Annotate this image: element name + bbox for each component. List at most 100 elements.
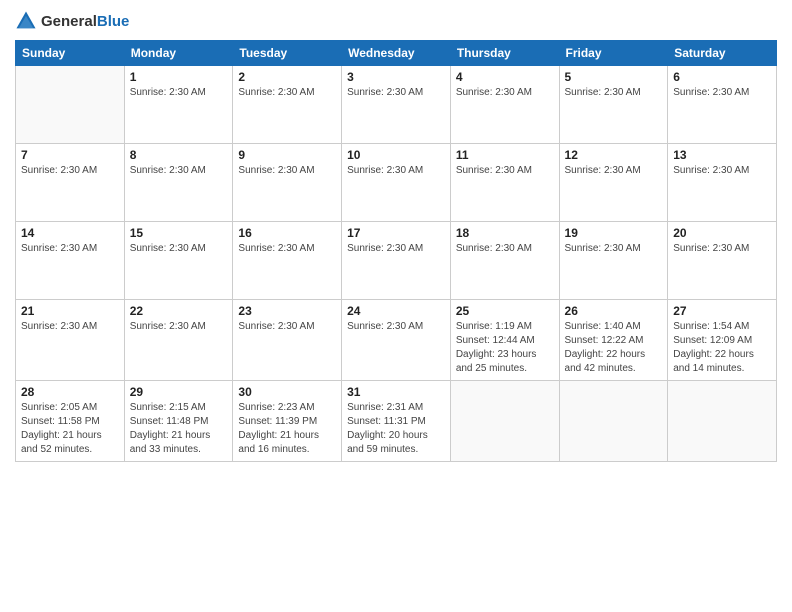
calendar-cell	[559, 381, 668, 462]
day-info: Sunrise: 2:15 AM Sunset: 11:48 PM Daylig…	[130, 401, 228, 457]
calendar-cell: 15 Sunrise: 2:30 AM	[124, 222, 233, 300]
day-number: 28	[21, 385, 119, 399]
calendar-cell: 12 Sunrise: 2:30 AM	[559, 144, 668, 222]
calendar-cell: 24 Sunrise: 2:30 AM	[342, 300, 451, 381]
day-info: Sunrise: 2:30 AM	[456, 242, 554, 256]
logo-icon	[15, 10, 37, 32]
day-number: 24	[347, 304, 445, 318]
day-number: 21	[21, 304, 119, 318]
day-info: Sunrise: 2:30 AM	[565, 164, 663, 178]
day-number: 27	[673, 304, 771, 318]
day-info: Sunrise: 2:30 AM	[673, 164, 771, 178]
day-info: Sunrise: 2:05 AM Sunset: 11:58 PM Daylig…	[21, 401, 119, 457]
day-info: Sunrise: 2:30 AM	[565, 86, 663, 100]
calendar-cell: 23 Sunrise: 2:30 AM	[233, 300, 342, 381]
day-number: 25	[456, 304, 554, 318]
weekday-header-thursday: Thursday	[450, 41, 559, 66]
day-info: Sunrise: 2:23 AM Sunset: 11:39 PM Daylig…	[238, 401, 336, 457]
day-info: Sunrise: 2:30 AM	[347, 86, 445, 100]
day-number: 4	[456, 70, 554, 84]
day-number: 6	[673, 70, 771, 84]
day-info: Sunrise: 2:30 AM	[238, 164, 336, 178]
day-info: Sunrise: 2:30 AM	[347, 320, 445, 334]
calendar-cell: 20Sunrise: 2:30 AM	[668, 222, 777, 300]
day-info: Sunrise: 2:30 AM	[565, 242, 663, 256]
day-number: 26	[565, 304, 663, 318]
weekday-header-monday: Monday	[124, 41, 233, 66]
calendar-cell: 22 Sunrise: 2:30 AM	[124, 300, 233, 381]
calendar-cell	[16, 66, 125, 144]
day-info: Sunrise: 2:30 AM	[238, 320, 336, 334]
calendar-week-2: 7Sunrise: 2:30 AM8Sunrise: 2:30 AM9Sunri…	[16, 144, 777, 222]
calendar-cell: 29 Sunrise: 2:15 AM Sunset: 11:48 PM Dayl…	[124, 381, 233, 462]
day-info: Sunrise: 2:30 AM	[130, 320, 228, 334]
weekday-header-friday: Friday	[559, 41, 668, 66]
day-info: Sunrise: 2:30 AM	[21, 242, 119, 256]
calendar-cell: 1 Sunrise: 2:30 AM	[124, 66, 233, 144]
day-number: 30	[238, 385, 336, 399]
logo-text: GeneralBlue	[41, 13, 129, 30]
day-info: Sunrise: 2:30 AM	[347, 242, 445, 256]
calendar-cell: 8Sunrise: 2:30 AM	[124, 144, 233, 222]
day-info: Sunrise: 2:30 AM	[130, 86, 228, 100]
day-number: 29	[130, 385, 228, 399]
day-info: Sunrise: 2:30 AM	[238, 86, 336, 100]
calendar-cell: 5 Sunrise: 2:30 AM	[559, 66, 668, 144]
day-number: 11	[456, 148, 554, 162]
day-number: 5	[565, 70, 663, 84]
day-info: Sunrise: 2:31 AM Sunset: 11:31 PM Daylig…	[347, 401, 445, 457]
weekday-header-wednesday: Wednesday	[342, 41, 451, 66]
calendar-cell: 28 Sunrise: 2:05 AM Sunset: 11:58 PM Dayl…	[16, 381, 125, 462]
day-number: 17	[347, 226, 445, 240]
calendar-cell: 17 Sunrise: 2:30 AM	[342, 222, 451, 300]
weekday-header-saturday: Saturday	[668, 41, 777, 66]
day-number: 13	[673, 148, 771, 162]
calendar-cell: 26 Sunrise: 1:40 AM Sunset: 12:22 AM Dayl…	[559, 300, 668, 381]
day-number: 9	[238, 148, 336, 162]
day-info: Sunrise: 2:30 AM	[456, 86, 554, 100]
day-number: 22	[130, 304, 228, 318]
day-number: 10	[347, 148, 445, 162]
calendar-cell: 3 Sunrise: 2:30 AM	[342, 66, 451, 144]
day-number: 16	[238, 226, 336, 240]
day-number: 8	[130, 148, 228, 162]
day-info: Sunrise: 2:30 AM	[21, 320, 119, 334]
day-number: 12	[565, 148, 663, 162]
day-info: Sunrise: 2:30 AM	[347, 164, 445, 178]
calendar-week-3: 14 Sunrise: 2:30 AM 15 Sunrise: 2:30 AM 16 Su…	[16, 222, 777, 300]
day-number: 3	[347, 70, 445, 84]
calendar-cell	[450, 381, 559, 462]
day-info: Sunrise: 1:40 AM Sunset: 12:22 AM Daylig…	[565, 320, 663, 376]
calendar-cell: 11 Sunrise: 2:30 AM	[450, 144, 559, 222]
calendar-week-1: 1Sunrise: 2:30 AM2Sunrise: 2:30 AM3Sunri…	[16, 66, 777, 144]
day-info: Sunrise: 1:54 AM Sunset: 12:09 AM Daylig…	[673, 320, 771, 376]
day-number: 31	[347, 385, 445, 399]
calendar-cell: 10 Sunrise: 2:30 AM	[342, 144, 451, 222]
calendar-table: SundayMondayTuesdayWednesdayThursdayFrid…	[15, 40, 777, 462]
calendar-cell: 25 Sunrise: 1:19 AM Sunset: 12:44 AM Dayl…	[450, 300, 559, 381]
calendar-cell: 31 Sunrise: 2:31 AM Sunset: 11:31 PM Dayl…	[342, 381, 451, 462]
calendar-cell: 14 Sunrise: 2:30 AM	[16, 222, 125, 300]
calendar-cell: 30 Sunrise: 2:23 AM Sunset: 11:39 PM Dayl…	[233, 381, 342, 462]
day-info: Sunrise: 2:30 AM	[456, 164, 554, 178]
calendar-cell: 16 Sunrise: 2:30 AM	[233, 222, 342, 300]
day-info: Sunrise: 2:30 AM	[673, 86, 771, 100]
day-number: 14	[21, 226, 119, 240]
weekday-header-sunday: Sunday	[16, 41, 125, 66]
calendar-cell: 27 Sunrise: 1:54 AM Sunset: 12:09 AM Dayl…	[668, 300, 777, 381]
page: GeneralBlue SundayMondayTuesdayWednesday…	[0, 0, 792, 612]
day-info: Sunrise: 2:30 AM	[673, 242, 771, 256]
calendar-cell: 6 Sunrise: 2:30 AM	[668, 66, 777, 144]
day-info: Sunrise: 2:30 AM	[130, 242, 228, 256]
day-number: 23	[238, 304, 336, 318]
day-info: Sunrise: 1:19 AM Sunset: 12:44 AM Daylig…	[456, 320, 554, 376]
day-number: 1	[130, 70, 228, 84]
logo: GeneralBlue	[15, 10, 129, 32]
calendar-week-4: 21 Sunrise: 2:30 AM 22 Sunrise: 2:30 AM 23 Su…	[16, 300, 777, 381]
header: GeneralBlue	[15, 10, 777, 32]
day-number: 15	[130, 226, 228, 240]
day-info: Sunrise: 2:30 AM	[238, 242, 336, 256]
day-number: 19	[565, 226, 663, 240]
day-number: 7	[21, 148, 119, 162]
weekday-header-tuesday: Tuesday	[233, 41, 342, 66]
